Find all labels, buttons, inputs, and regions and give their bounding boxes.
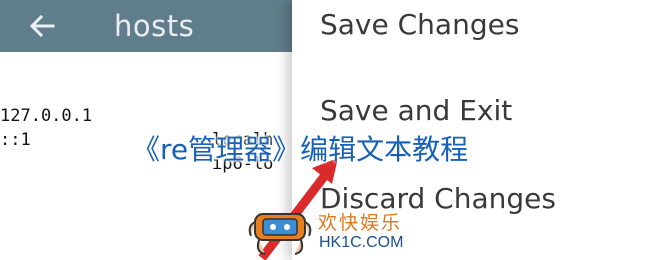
app-bar: hosts xyxy=(0,0,300,52)
back-button[interactable] xyxy=(28,12,56,40)
editor-line: 127.0.0.1 localh xyxy=(0,80,290,150)
save-changes-item[interactable]: Save Changes xyxy=(320,8,519,41)
tutorial-caption: 《re管理器》编辑文本教程 xyxy=(132,133,469,166)
line-ip: ::1 xyxy=(0,130,31,150)
watermark-name: 欢快娱乐 xyxy=(318,212,403,234)
editor-line: ::1 ip6-lo xyxy=(0,104,290,174)
watermark-logo xyxy=(248,213,312,255)
watermark-url: HK1C.COM xyxy=(319,234,404,251)
arrow-left-icon xyxy=(29,14,55,38)
save-and-exit-item[interactable]: Save and Exit xyxy=(320,94,512,127)
file-title: hosts xyxy=(114,9,195,43)
